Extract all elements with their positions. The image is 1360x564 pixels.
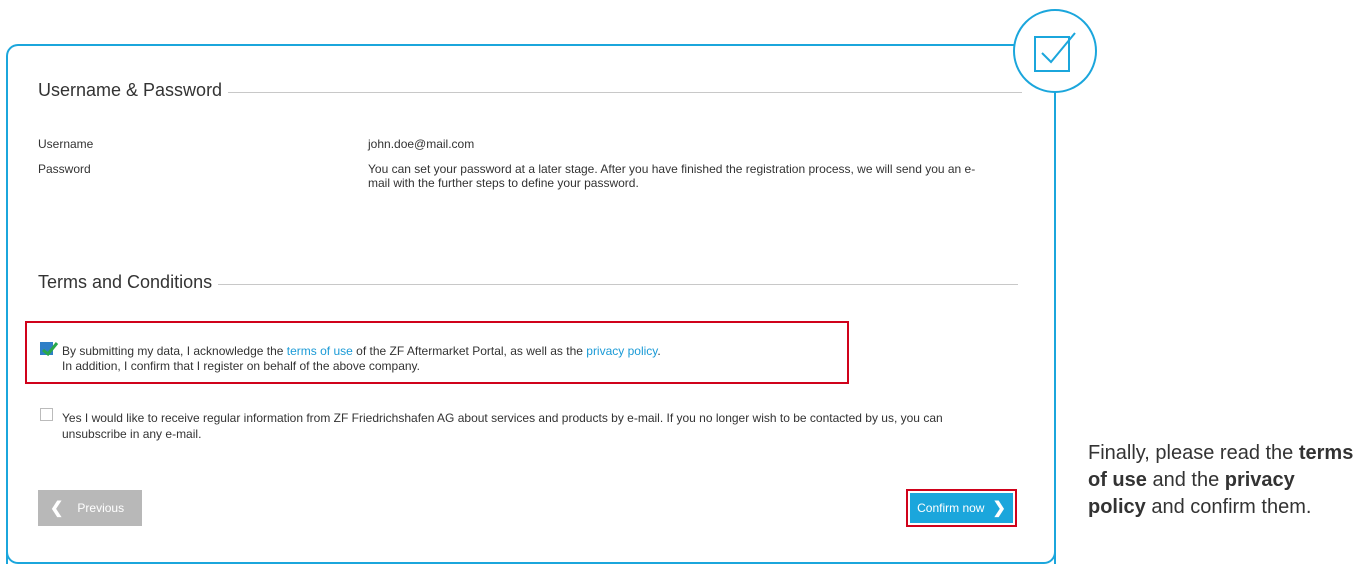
previous-button-label: Previous — [77, 501, 125, 515]
confirm-highlight-box: Confirm now ❯ — [906, 489, 1017, 527]
note-text-1: Finally, please read the — [1088, 442, 1299, 464]
password-info-line2: mail with the further steps to define yo… — [368, 176, 639, 190]
checkmark-icon — [42, 342, 59, 357]
terms-text-middle: of the ZF Aftermarket Portal, as well as… — [352, 344, 587, 358]
terms-line2: In addition, I confirm that I register o… — [62, 359, 420, 373]
password-info-line1: You can set your password at a later sta… — [368, 162, 976, 176]
terms-text-suffix: . — [657, 344, 661, 358]
privacy-policy-link[interactable]: privacy policy — [586, 344, 657, 358]
confirm-now-button[interactable]: Confirm now ❯ — [910, 493, 1013, 523]
chevron-right-icon: ❯ — [992, 500, 1006, 517]
form-frame — [6, 44, 1056, 564]
terms-section-header: Terms and Conditions — [38, 272, 1018, 293]
terms-of-use-link[interactable]: terms of use — [287, 344, 353, 358]
section-divider — [218, 284, 1018, 285]
previous-button[interactable]: ❮ Previous — [38, 490, 142, 526]
newsletter-line2: unsubscribe in any e-mail. — [62, 427, 202, 441]
username-value: john.doe@mail.com — [368, 137, 475, 151]
username-label: Username — [38, 137, 94, 151]
note-text-2: and the — [1146, 469, 1225, 491]
password-label: Password — [38, 162, 91, 176]
section-divider — [228, 92, 1022, 93]
terms-checkbox[interactable] — [40, 342, 59, 357]
account-section-header: Username & Password — [38, 80, 1022, 101]
newsletter-consent-text: Yes I would like to receive regular info… — [62, 410, 1022, 442]
confirm-button-label: Confirm now — [917, 501, 985, 515]
account-section-title: Username & Password — [38, 80, 229, 101]
password-info: You can set your password at a later sta… — [368, 162, 1028, 190]
form-frame-bottom — [6, 548, 1056, 564]
chevron-left-icon: ❮ — [50, 500, 64, 517]
terms-line1: By submitting my data, I acknowledge the… — [62, 344, 842, 359]
terms-section-title: Terms and Conditions — [38, 272, 219, 293]
note-text-3: and confirm them. — [1145, 496, 1312, 518]
terms-acknowledgement: By submitting my data, I acknowledge the… — [62, 344, 842, 374]
newsletter-line1: Yes I would like to receive regular info… — [62, 411, 943, 425]
newsletter-checkbox[interactable] — [40, 408, 53, 421]
terms-text-prefix: By submitting my data, I acknowledge the — [62, 344, 287, 358]
check-square-icon — [1013, 9, 1097, 93]
instruction-note: Finally, please read the terms of use an… — [1088, 440, 1358, 521]
